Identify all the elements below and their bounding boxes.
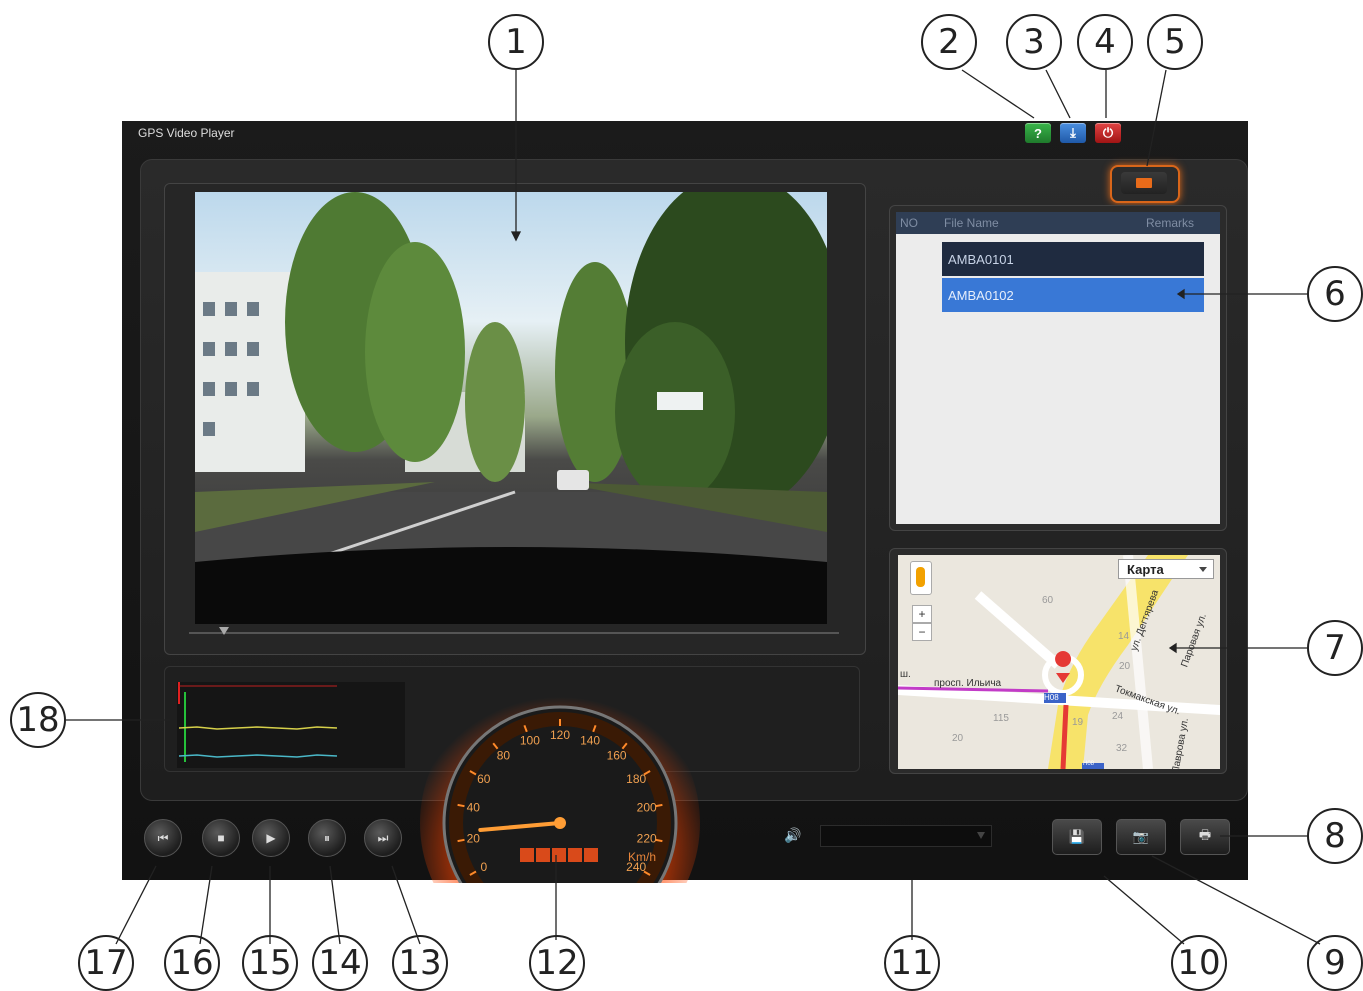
speed-unit: Km/h xyxy=(628,850,656,864)
map-roads xyxy=(898,555,1220,769)
callout-17: 17 xyxy=(78,935,134,991)
speed-tick-label: 180 xyxy=(626,772,646,786)
chevron-down-icon xyxy=(1199,567,1207,572)
video-panel xyxy=(164,183,866,655)
open-folder-button[interactable] xyxy=(1110,165,1180,203)
callout-14: 14 xyxy=(312,935,368,991)
map-number: 32 xyxy=(1116,743,1128,754)
snapshot-button[interactable]: 📷 xyxy=(1116,819,1166,855)
map-number: 115 xyxy=(993,713,1009,724)
seek-handle[interactable] xyxy=(219,627,229,635)
speed-tick-label: 140 xyxy=(580,733,600,747)
speed-tick-mark xyxy=(457,838,465,843)
speed-tick-mark xyxy=(457,803,465,808)
column-header: File Name xyxy=(944,216,999,230)
file-row-selected[interactable]: AMBA0102 xyxy=(942,278,1204,312)
skip-back-button[interactable]: ⏮ xyxy=(144,819,182,857)
app-title: GPS Video Player xyxy=(138,126,235,140)
video-display[interactable] xyxy=(195,192,827,624)
map-number: 24 xyxy=(1112,711,1124,722)
help-button[interactable]: ? xyxy=(1025,123,1051,143)
callout-8: 8 xyxy=(1307,808,1363,864)
map-number: 60 xyxy=(1042,595,1054,606)
map-view[interactable]: + − Карта просп. Ильича Токмакская ул. у… xyxy=(898,555,1220,769)
skip-forward-button[interactable]: ⏭ xyxy=(364,819,402,857)
map-type-select[interactable]: Карта xyxy=(1118,559,1214,579)
callout-2: 2 xyxy=(921,14,977,70)
callout-15: 15 xyxy=(242,935,298,991)
callout-11: 11 xyxy=(884,935,940,991)
print-button[interactable]: 🖶 xyxy=(1180,819,1230,855)
speed-tick-label: 80 xyxy=(497,749,511,763)
speed-tick-label: 20 xyxy=(467,831,481,845)
speed-tick-mark xyxy=(655,803,663,808)
speed-tick-label: 60 xyxy=(477,772,491,786)
street-label: просп. Ильича xyxy=(934,678,1002,689)
save-button[interactable]: 💾 xyxy=(1052,819,1102,855)
map-number: 14 xyxy=(1118,631,1130,642)
map-number: 20 xyxy=(952,733,964,744)
speed-tick-label: 160 xyxy=(607,749,627,763)
map-number: 19 xyxy=(1072,717,1084,728)
speaker-icon: 🔊 xyxy=(784,827,802,843)
file-list-header: NO File Name Remarks xyxy=(896,212,1220,234)
street-view-pegman-icon[interactable] xyxy=(910,561,932,595)
callout-6: 6 xyxy=(1307,266,1363,322)
speed-tick-label: 200 xyxy=(637,801,657,815)
speed-tick-mark xyxy=(655,838,663,843)
map-type-label: Карта xyxy=(1127,561,1164,577)
column-header: Remarks xyxy=(1146,216,1195,230)
callout-16: 16 xyxy=(164,935,220,991)
callout-13: 13 xyxy=(392,935,448,991)
speed-tick-label: 100 xyxy=(520,733,540,747)
callout-5: 5 xyxy=(1147,14,1203,70)
zoom-out-button[interactable]: − xyxy=(912,623,932,641)
play-button[interactable]: ▶ xyxy=(252,819,290,857)
volume-slider[interactable] xyxy=(820,825,992,847)
speedometer: 0 20 40 60 80 100 120 140 160 180 200 220 240 Km/h xyxy=(420,683,700,883)
callout-9: 9 xyxy=(1307,935,1363,991)
odometer xyxy=(520,848,598,862)
callout-7: 7 xyxy=(1307,620,1363,676)
gsensor-traces xyxy=(178,682,338,762)
speedometer-gauge: 020406080100 120 140160180200220240 Km/h xyxy=(420,683,700,883)
column-header: NO xyxy=(900,216,918,230)
dashcam-video-frame xyxy=(195,192,827,624)
download-button[interactable]: ⤓ xyxy=(1060,123,1086,143)
seek-bar[interactable] xyxy=(189,627,839,635)
file-row[interactable]: AMBA0101 xyxy=(942,242,1204,276)
file-list-panel: NO File Name Remarks AMBA0101 AMBA0102 xyxy=(889,205,1227,531)
stop-button[interactable]: ■ xyxy=(202,819,240,857)
street-label: ш. xyxy=(900,669,911,680)
gps-video-player-window: GPS Video Player ? ⤓ ⏻ NO File Name Rema… xyxy=(122,121,1248,883)
folder-icon xyxy=(1121,172,1167,194)
power-button[interactable]: ⏻ xyxy=(1095,123,1121,143)
pause-button[interactable]: ⏸ xyxy=(308,819,346,857)
route-badge: H08 xyxy=(1044,693,1059,702)
speed-tick-label: 220 xyxy=(637,831,657,845)
route-badge: H08 xyxy=(1083,761,1095,767)
callout-10: 10 xyxy=(1171,935,1227,991)
callout-3: 3 xyxy=(1006,14,1062,70)
file-list: NO File Name Remarks AMBA0101 AMBA0102 xyxy=(896,212,1220,524)
callout-4: 4 xyxy=(1077,14,1133,70)
speed-tick-label: 40 xyxy=(467,801,481,815)
gsensor-graph xyxy=(177,682,405,768)
callout-12: 12 xyxy=(529,935,585,991)
map-panel: + − Карта просп. Ильича Токмакская ул. у… xyxy=(889,548,1227,774)
speed-tick-label: 0 xyxy=(480,860,487,874)
map-number: 20 xyxy=(1119,661,1131,672)
zoom-in-button[interactable]: + xyxy=(912,605,932,623)
speed-tick-label: 120 xyxy=(550,728,570,742)
callout-18: 18 xyxy=(10,692,66,748)
callout-1: 1 xyxy=(488,14,544,70)
